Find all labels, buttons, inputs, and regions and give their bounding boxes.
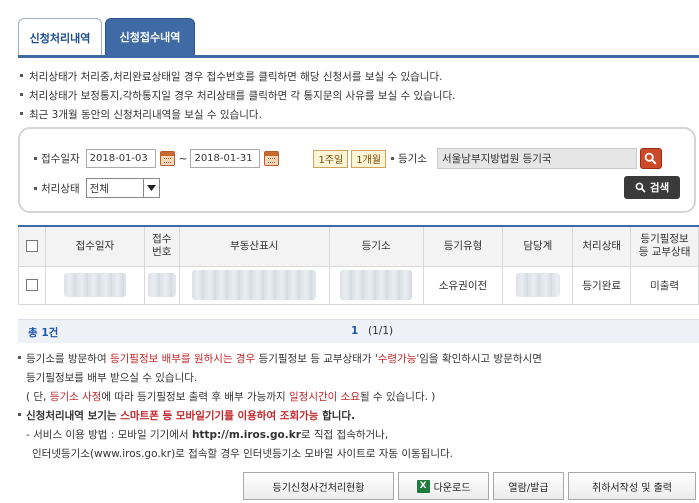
page-of: (1/1) [368, 325, 394, 337]
col-header: 부동산표시 [178, 225, 330, 267]
redacted-property [192, 270, 317, 300]
note-line: ( 단, 등기소 사정에 따라 등기필정보 출력 후 배부 가능까지 일정시간이… [26, 391, 436, 403]
redacted-receipt-number[interactable] [147, 273, 176, 297]
date-label: 접수일자 [41, 153, 80, 165]
redacted-date [63, 273, 126, 297]
calendar-icon[interactable] [159, 151, 175, 166]
note-line: 등기소를 방문하여 등기필정보 배부를 원하시는 경우 등기필정보 등 교부상태… [18, 350, 542, 369]
search-icon [645, 152, 657, 165]
table-row[interactable]: 소유권이전 등기완료 미출력 [18, 265, 699, 305]
case-status-button[interactable]: 등기신청사건처리현황 [243, 472, 394, 500]
pager-bar: 총 1건 1 (1/1) [18, 319, 699, 343]
info-list: 처리상태가 처리중,처리완료상태일 경우 접수번호를 클릭하면 해당 신청서를 … [20, 68, 455, 125]
tab-processing-history[interactable]: 신청처리내역 [18, 18, 102, 56]
view-issue-button[interactable]: 열람/발급 [493, 472, 564, 500]
one-week-button[interactable]: 1주일 [313, 149, 349, 168]
tab-bar: 신청처리내역 신청접수내역 [18, 18, 198, 56]
issue-status: 미출력 [630, 265, 699, 305]
note-line: - 서비스 이용 방법 : 모바일 기기에서 http://m.iros.go.… [26, 429, 389, 441]
info-line: 최근 3개월 동안의 신청처리내역을 보실 수 있습니다. [20, 106, 455, 125]
redacted-registry [340, 270, 413, 300]
col-header: 처리상태 [572, 225, 632, 267]
search-icon [635, 182, 646, 193]
registration-type: 소유권이전 [422, 265, 504, 305]
results-table: 접수일자 접수 번호 부동산표시 등기소 등기유형 담당계 처리상태 등기필정보… [18, 225, 699, 305]
status-select[interactable]: 전체 [85, 178, 160, 198]
note-line: 인터넷등기소(www.iros.go.kr)로 접속할 경우 인터넷등기소 모바… [32, 448, 454, 460]
status-label: 처리상태 [41, 182, 80, 195]
row-checkbox[interactable] [25, 279, 38, 291]
one-month-button[interactable]: 1개월 [351, 149, 386, 168]
page-current[interactable]: 1 [351, 325, 358, 337]
redacted-department [515, 273, 560, 297]
excel-icon: X [416, 479, 430, 493]
select-all-checkbox[interactable] [25, 239, 38, 252]
total-count: 총 1건 [28, 327, 59, 339]
note-line: 신청처리내역 보기는 스마트폰 등 모바일기기를 이용하여 조회가능 합니다. [18, 407, 542, 426]
date-to-input[interactable]: 2018-01-31 [190, 149, 261, 168]
registry-search-button[interactable] [639, 148, 662, 169]
search-panel: 접수일자 2018-01-03 ~ 2018-01-31 1주일 1개월 등기소… [18, 127, 696, 213]
notes: 등기소를 방문하여 등기필정보 배부를 원하시는 경우 등기필정보 등 교부상태… [18, 350, 542, 464]
date-from-input[interactable]: 2018-01-03 [85, 149, 156, 168]
registry-label: 등기소 [397, 153, 427, 165]
calendar-icon[interactable] [264, 151, 280, 166]
withdraw-button[interactable]: 취하서작성 및 출력 [568, 472, 696, 500]
col-header: 접수 번호 [143, 225, 180, 267]
note-line: 등기필정보를 배부 받으실 수 있습니다. [26, 372, 198, 384]
download-button[interactable]: X 다운로드 [398, 472, 489, 500]
mobile-url[interactable]: http://m.iros.go.kr [192, 429, 301, 441]
col-header: 등기필정보 등 교부상태 [630, 225, 699, 267]
date-separator: ~ [178, 152, 188, 165]
col-header: 등기소 [328, 225, 424, 267]
table-header-row: 접수일자 접수 번호 부동산표시 등기소 등기유형 담당계 처리상태 등기필정보… [18, 225, 699, 267]
processing-status[interactable]: 등기완료 [572, 265, 632, 305]
col-header: 담당계 [502, 225, 574, 267]
chevron-down-icon [142, 179, 159, 197]
col-header: 등기유형 [422, 225, 504, 267]
tab-underline [18, 55, 699, 58]
registry-field[interactable]: 서울남부지방법원 등기국 [436, 148, 637, 169]
select-all-checkbox-cell[interactable] [18, 225, 46, 267]
col-header: 접수일자 [44, 225, 145, 267]
tab-application-history[interactable]: 신청접수내역 [105, 18, 195, 56]
info-line: 처리상태가 처리중,처리완료상태일 경우 접수번호를 클릭하면 해당 신청서를 … [20, 68, 455, 87]
search-button[interactable]: 검색 [624, 176, 680, 199]
info-line: 처리상태가 보정통지,각하통지일 경우 처리상태를 클릭하면 각 통지문의 사유… [20, 87, 455, 106]
